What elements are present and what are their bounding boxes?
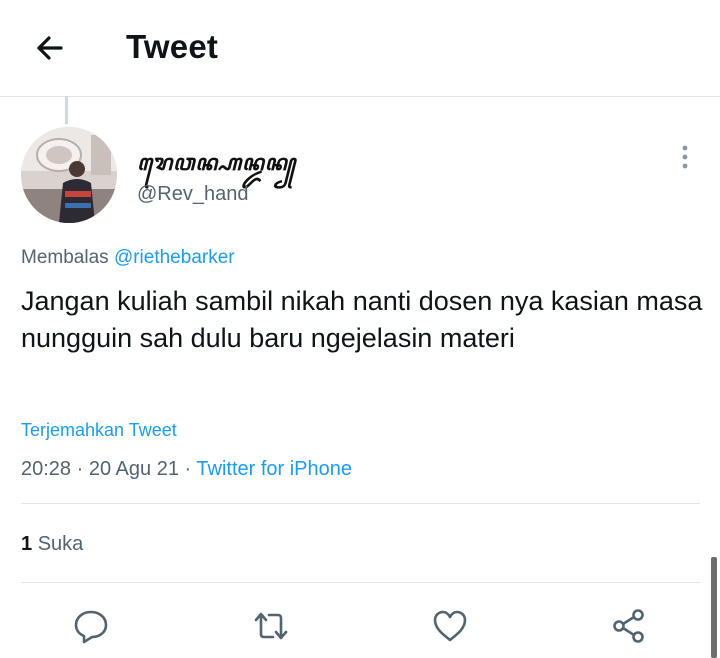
translate-tweet-link[interactable]: Terjemahkan Tweet bbox=[21, 420, 177, 441]
replying-to-label: Membalas bbox=[21, 247, 109, 268]
back-arrow-icon[interactable] bbox=[30, 28, 70, 68]
page-title: Tweet bbox=[126, 28, 219, 65]
top-bar: Tweet bbox=[0, 0, 720, 97]
tweet-source-link[interactable]: Twitter for iPhone bbox=[196, 458, 352, 480]
avatar[interactable] bbox=[21, 127, 117, 223]
reply-mention-link[interactable]: @riethebarker bbox=[114, 247, 235, 268]
likes-label: Suka bbox=[37, 533, 84, 555]
likes-number: 1 bbox=[21, 533, 33, 555]
likes-count[interactable]: 1 Suka bbox=[21, 533, 83, 556]
tweet-text: Jangan kuliah sambil nikah nanti dosen n… bbox=[21, 286, 703, 353]
tweet-metadata: 20:28 · 20 Agu 21 · Twitter for iPhone bbox=[21, 458, 352, 481]
divider bbox=[21, 582, 700, 583]
tweet-date: 20 Agu 21 bbox=[88, 458, 179, 480]
replying-to: Membalas @riethebarker bbox=[21, 247, 235, 269]
reply-icon[interactable] bbox=[71, 606, 111, 646]
author-handle[interactable]: @Rev_hand bbox=[137, 183, 248, 206]
scrollbar[interactable] bbox=[711, 557, 717, 658]
divider bbox=[21, 503, 700, 504]
meta-separator: · bbox=[76, 458, 84, 480]
tweet-time: 20:28 bbox=[21, 458, 72, 480]
thread-connector-line bbox=[65, 96, 68, 124]
share-icon[interactable] bbox=[609, 606, 649, 646]
more-options-icon[interactable] bbox=[670, 142, 700, 172]
like-icon[interactable] bbox=[430, 606, 470, 646]
retweet-icon[interactable] bbox=[251, 606, 291, 646]
meta-separator: · bbox=[184, 458, 192, 480]
